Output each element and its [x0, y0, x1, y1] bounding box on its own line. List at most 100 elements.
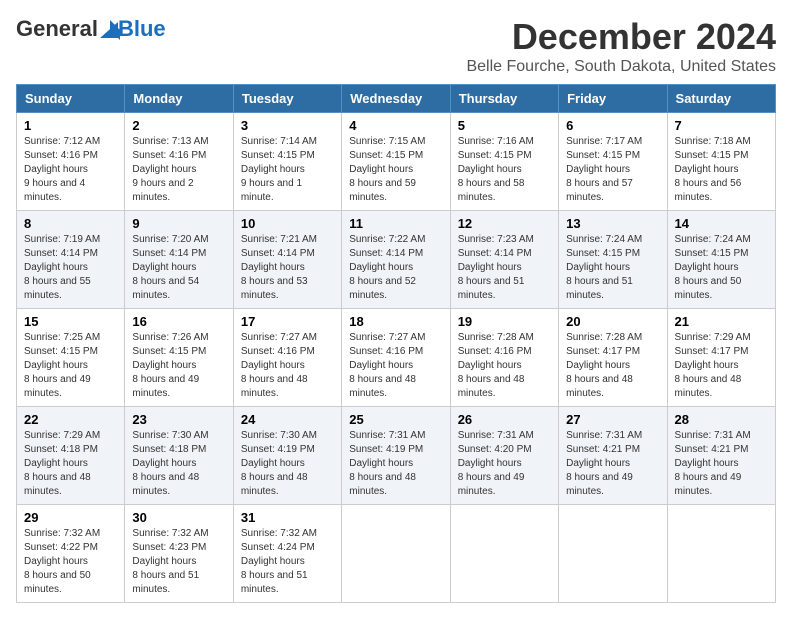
day-number: 24	[241, 412, 334, 427]
day-number: 26	[458, 412, 551, 427]
weekday-header-saturday: Saturday	[667, 85, 775, 113]
day-number: 15	[24, 314, 117, 329]
calendar-cell: 30 Sunrise: 7:32 AM Sunset: 4:23 PM Dayl…	[125, 505, 233, 603]
day-number: 5	[458, 118, 551, 133]
calendar-cell: 14 Sunrise: 7:24 AM Sunset: 4:15 PM Dayl…	[667, 211, 775, 309]
day-info: Sunrise: 7:28 AM Sunset: 4:17 PM Dayligh…	[566, 331, 659, 401]
day-number: 11	[349, 216, 442, 231]
calendar-cell	[450, 505, 558, 603]
day-info: Sunrise: 7:17 AM Sunset: 4:15 PM Dayligh…	[566, 135, 659, 205]
week-row-5: 29 Sunrise: 7:32 AM Sunset: 4:22 PM Dayl…	[17, 505, 776, 603]
header: General Blue December 2024 Belle Fourche…	[16, 16, 776, 76]
calendar-cell: 6 Sunrise: 7:17 AM Sunset: 4:15 PM Dayli…	[559, 113, 667, 211]
day-info: Sunrise: 7:31 AM Sunset: 4:19 PM Dayligh…	[349, 429, 442, 499]
day-info: Sunrise: 7:21 AM Sunset: 4:14 PM Dayligh…	[241, 233, 334, 303]
weekday-header-monday: Monday	[125, 85, 233, 113]
day-info: Sunrise: 7:13 AM Sunset: 4:16 PM Dayligh…	[132, 135, 225, 205]
week-row-1: 1 Sunrise: 7:12 AM Sunset: 4:16 PM Dayli…	[17, 113, 776, 211]
day-info: Sunrise: 7:31 AM Sunset: 4:21 PM Dayligh…	[566, 429, 659, 499]
day-info: Sunrise: 7:24 AM Sunset: 4:15 PM Dayligh…	[675, 233, 768, 303]
day-number: 19	[458, 314, 551, 329]
week-row-3: 15 Sunrise: 7:25 AM Sunset: 4:15 PM Dayl…	[17, 309, 776, 407]
day-number: 29	[24, 510, 117, 525]
location-title: Belle Fourche, South Dakota, United Stat…	[466, 58, 776, 76]
day-info: Sunrise: 7:27 AM Sunset: 4:16 PM Dayligh…	[349, 331, 442, 401]
logo-general: General	[16, 16, 98, 42]
week-row-4: 22 Sunrise: 7:29 AM Sunset: 4:18 PM Dayl…	[17, 407, 776, 505]
calendar-cell: 8 Sunrise: 7:19 AM Sunset: 4:14 PM Dayli…	[17, 211, 125, 309]
day-info: Sunrise: 7:31 AM Sunset: 4:21 PM Dayligh…	[675, 429, 768, 499]
day-info: Sunrise: 7:32 AM Sunset: 4:22 PM Dayligh…	[24, 527, 117, 597]
day-number: 7	[675, 118, 768, 133]
title-area: December 2024 Belle Fourche, South Dakot…	[466, 16, 776, 76]
day-info: Sunrise: 7:25 AM Sunset: 4:15 PM Dayligh…	[24, 331, 117, 401]
day-number: 23	[132, 412, 225, 427]
calendar-cell: 12 Sunrise: 7:23 AM Sunset: 4:14 PM Dayl…	[450, 211, 558, 309]
day-number: 4	[349, 118, 442, 133]
day-number: 25	[349, 412, 442, 427]
day-number: 28	[675, 412, 768, 427]
calendar-cell: 5 Sunrise: 7:16 AM Sunset: 4:15 PM Dayli…	[450, 113, 558, 211]
month-title: December 2024	[466, 16, 776, 58]
day-info: Sunrise: 7:19 AM Sunset: 4:14 PM Dayligh…	[24, 233, 117, 303]
calendar-cell: 22 Sunrise: 7:29 AM Sunset: 4:18 PM Dayl…	[17, 407, 125, 505]
calendar-cell	[667, 505, 775, 603]
weekday-header-thursday: Thursday	[450, 85, 558, 113]
calendar-cell: 27 Sunrise: 7:31 AM Sunset: 4:21 PM Dayl…	[559, 407, 667, 505]
day-number: 8	[24, 216, 117, 231]
weekday-header-sunday: Sunday	[17, 85, 125, 113]
calendar-cell	[559, 505, 667, 603]
calendar-cell: 7 Sunrise: 7:18 AM Sunset: 4:15 PM Dayli…	[667, 113, 775, 211]
day-number: 21	[675, 314, 768, 329]
calendar-cell	[342, 505, 450, 603]
calendar-cell: 23 Sunrise: 7:30 AM Sunset: 4:18 PM Dayl…	[125, 407, 233, 505]
calendar-cell: 15 Sunrise: 7:25 AM Sunset: 4:15 PM Dayl…	[17, 309, 125, 407]
logo-blue: Blue	[118, 16, 166, 42]
day-info: Sunrise: 7:27 AM Sunset: 4:16 PM Dayligh…	[241, 331, 334, 401]
calendar-cell: 20 Sunrise: 7:28 AM Sunset: 4:17 PM Dayl…	[559, 309, 667, 407]
week-row-2: 8 Sunrise: 7:19 AM Sunset: 4:14 PM Dayli…	[17, 211, 776, 309]
calendar-cell: 26 Sunrise: 7:31 AM Sunset: 4:20 PM Dayl…	[450, 407, 558, 505]
calendar-cell: 2 Sunrise: 7:13 AM Sunset: 4:16 PM Dayli…	[125, 113, 233, 211]
day-number: 3	[241, 118, 334, 133]
day-number: 30	[132, 510, 225, 525]
day-info: Sunrise: 7:18 AM Sunset: 4:15 PM Dayligh…	[675, 135, 768, 205]
day-info: Sunrise: 7:26 AM Sunset: 4:15 PM Dayligh…	[132, 331, 225, 401]
calendar-table: SundayMondayTuesdayWednesdayThursdayFrid…	[16, 84, 776, 603]
day-info: Sunrise: 7:29 AM Sunset: 4:17 PM Dayligh…	[675, 331, 768, 401]
calendar-cell: 16 Sunrise: 7:26 AM Sunset: 4:15 PM Dayl…	[125, 309, 233, 407]
day-info: Sunrise: 7:23 AM Sunset: 4:14 PM Dayligh…	[458, 233, 551, 303]
day-number: 22	[24, 412, 117, 427]
day-number: 6	[566, 118, 659, 133]
calendar-cell: 1 Sunrise: 7:12 AM Sunset: 4:16 PM Dayli…	[17, 113, 125, 211]
calendar-cell: 19 Sunrise: 7:28 AM Sunset: 4:16 PM Dayl…	[450, 309, 558, 407]
day-number: 12	[458, 216, 551, 231]
day-info: Sunrise: 7:28 AM Sunset: 4:16 PM Dayligh…	[458, 331, 551, 401]
weekday-header-tuesday: Tuesday	[233, 85, 341, 113]
day-number: 9	[132, 216, 225, 231]
calendar-cell: 9 Sunrise: 7:20 AM Sunset: 4:14 PM Dayli…	[125, 211, 233, 309]
day-number: 10	[241, 216, 334, 231]
day-info: Sunrise: 7:32 AM Sunset: 4:23 PM Dayligh…	[132, 527, 225, 597]
logo-icon	[100, 20, 118, 38]
day-info: Sunrise: 7:12 AM Sunset: 4:16 PM Dayligh…	[24, 135, 117, 205]
calendar-cell: 13 Sunrise: 7:24 AM Sunset: 4:15 PM Dayl…	[559, 211, 667, 309]
day-info: Sunrise: 7:22 AM Sunset: 4:14 PM Dayligh…	[349, 233, 442, 303]
day-number: 13	[566, 216, 659, 231]
calendar-cell: 25 Sunrise: 7:31 AM Sunset: 4:19 PM Dayl…	[342, 407, 450, 505]
calendar-cell: 4 Sunrise: 7:15 AM Sunset: 4:15 PM Dayli…	[342, 113, 450, 211]
calendar-cell: 11 Sunrise: 7:22 AM Sunset: 4:14 PM Dayl…	[342, 211, 450, 309]
calendar-cell: 29 Sunrise: 7:32 AM Sunset: 4:22 PM Dayl…	[17, 505, 125, 603]
calendar-cell: 31 Sunrise: 7:32 AM Sunset: 4:24 PM Dayl…	[233, 505, 341, 603]
day-info: Sunrise: 7:31 AM Sunset: 4:20 PM Dayligh…	[458, 429, 551, 499]
calendar-cell: 18 Sunrise: 7:27 AM Sunset: 4:16 PM Dayl…	[342, 309, 450, 407]
calendar-cell: 21 Sunrise: 7:29 AM Sunset: 4:17 PM Dayl…	[667, 309, 775, 407]
weekday-header-wednesday: Wednesday	[342, 85, 450, 113]
calendar-cell: 17 Sunrise: 7:27 AM Sunset: 4:16 PM Dayl…	[233, 309, 341, 407]
calendar-cell: 3 Sunrise: 7:14 AM Sunset: 4:15 PM Dayli…	[233, 113, 341, 211]
day-number: 31	[241, 510, 334, 525]
day-info: Sunrise: 7:24 AM Sunset: 4:15 PM Dayligh…	[566, 233, 659, 303]
weekday-header-friday: Friday	[559, 85, 667, 113]
day-number: 17	[241, 314, 334, 329]
day-number: 16	[132, 314, 225, 329]
